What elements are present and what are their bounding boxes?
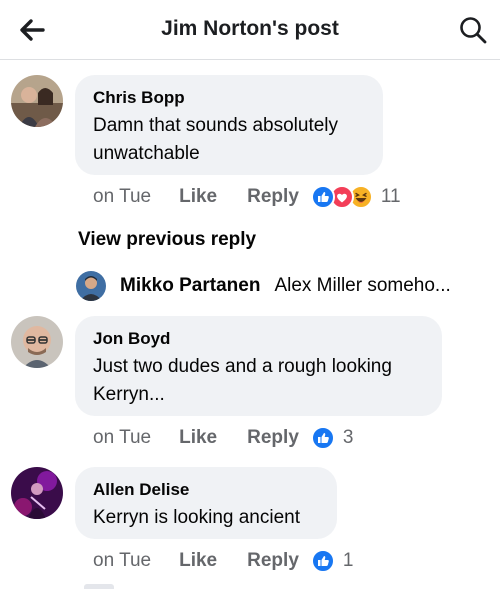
reply-snippet: Alex Miller someho... [274,275,451,296]
comment-bubble[interactable]: Chris Bopp Damn that sounds absolutely u… [75,75,383,175]
avatar-jon-boyd[interactable] [11,316,63,368]
reactions-summary[interactable] [310,549,335,573]
comment-actions: on Tue Like Reply 11 [93,184,401,210]
reaction-count[interactable]: 11 [381,186,401,208]
like-reaction-icon [310,185,335,209]
reaction-count[interactable]: 3 [343,427,354,449]
comment-bubble[interactable]: Allen Delise Kerryn is looking ancient [75,467,337,539]
post-comments-page: Jim Norton's post Chris Bopp Damn that s… [0,0,500,589]
comment-author[interactable]: Jon Boyd [93,328,424,350]
reactions-summary[interactable] [310,426,335,450]
search-button[interactable] [458,15,488,45]
avatar-mikko-partanen[interactable] [76,271,106,301]
reaction-count[interactable]: 1 [343,550,354,572]
avatar-chris-bopp[interactable] [11,75,63,127]
comment-text-line: Damn that sounds absolutely [93,115,339,136]
comment-text-line: Kerryn is looking ancient [93,507,300,528]
comment-author[interactable]: Allen Delise [93,479,319,501]
comment-time[interactable]: on Tue [93,550,151,572]
comment-time[interactable]: on Tue [93,427,151,449]
avatar-allen-delise[interactable] [11,467,63,519]
comment-text-line: unwatchable [93,143,200,164]
reply-button[interactable]: Reply [247,186,299,208]
top-bar: Jim Norton's post [0,0,500,60]
comment-text-line: Kerryn... [93,384,165,405]
like-button[interactable]: Like [179,186,217,208]
reply-author: Mikko Partanen [120,275,261,296]
like-button[interactable]: Like [179,427,217,449]
reply-button[interactable]: Reply [247,427,299,449]
next-comment-edge [84,584,114,589]
reactions-summary[interactable] [310,185,373,209]
reply-preview[interactable]: Mikko Partanen Alex Miller someho... [76,270,451,302]
profile-photo [11,316,63,368]
profile-photo [11,467,63,519]
like-button[interactable]: Like [179,550,217,572]
like-reaction-icon [310,426,335,450]
page-title: Jim Norton's post [161,17,339,40]
profile-photo [76,271,106,301]
comment-actions: on Tue Like Reply 3 [93,425,353,451]
comment-actions: on Tue Like Reply 1 [93,548,353,574]
reply-button[interactable]: Reply [247,550,299,572]
comment-bubble[interactable]: Jon Boyd Just two dudes and a rough look… [75,316,442,416]
comment-text-line: Just two dudes and a rough looking [93,356,392,377]
like-reaction-icon [310,549,335,573]
search-icon [460,17,487,44]
view-previous-reply-link[interactable]: View previous reply [78,229,256,251]
profile-photo [11,75,63,127]
comment-author[interactable]: Chris Bopp [93,87,365,109]
comment-time[interactable]: on Tue [93,186,151,208]
